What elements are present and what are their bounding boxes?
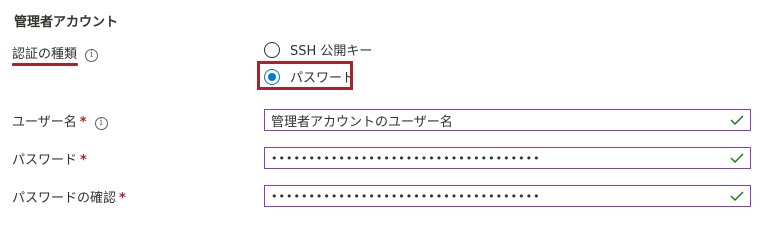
password-label: パスワード (12, 153, 78, 168)
password-confirm-input[interactable]: •••••••••••••••••••••••••••••••••••• (264, 185, 751, 207)
username-label: ユーザー名 (12, 115, 77, 130)
password-confirm-label: パスワードの確認 (12, 191, 117, 206)
password-option-highlight (257, 61, 353, 90)
valid-check-icon (730, 191, 744, 201)
required-asterisk: * (119, 191, 126, 206)
section-title: 管理者アカウント (14, 15, 119, 30)
auth-type-underline-annotation (12, 63, 78, 66)
required-asterisk: * (80, 153, 87, 168)
password-label-row: パスワード * (12, 149, 87, 168)
auth-type-label-row: 認証の種類 i (12, 43, 99, 62)
info-icon[interactable]: i (94, 117, 108, 130)
password-input[interactable]: •••••••••••••••••••••••••••••••••••• (264, 147, 751, 169)
password-confirm-label-row: パスワードの確認 * (12, 187, 126, 206)
radio-ssh-public-key[interactable]: SSH 公開キー (264, 40, 372, 59)
valid-check-icon (730, 153, 744, 163)
username-value: 管理者アカウントのユーザー名 (271, 114, 453, 130)
info-icon[interactable]: i (85, 49, 99, 62)
auth-type-label: 認証の種類 (12, 47, 78, 62)
radio-circle-ssh[interactable] (264, 41, 280, 58)
valid-check-icon (730, 115, 744, 125)
password-value: •••••••••••••••••••••••••••••••••••• (271, 151, 541, 165)
username-input[interactable]: 管理者アカウントのユーザー名 (264, 109, 751, 131)
username-label-row: ユーザー名 * i (12, 111, 108, 130)
required-asterisk: * (79, 115, 87, 130)
password-confirm-value: •••••••••••••••••••••••••••••••••••• (271, 189, 541, 203)
radio-ssh-label: SSH 公開キー (290, 44, 373, 59)
